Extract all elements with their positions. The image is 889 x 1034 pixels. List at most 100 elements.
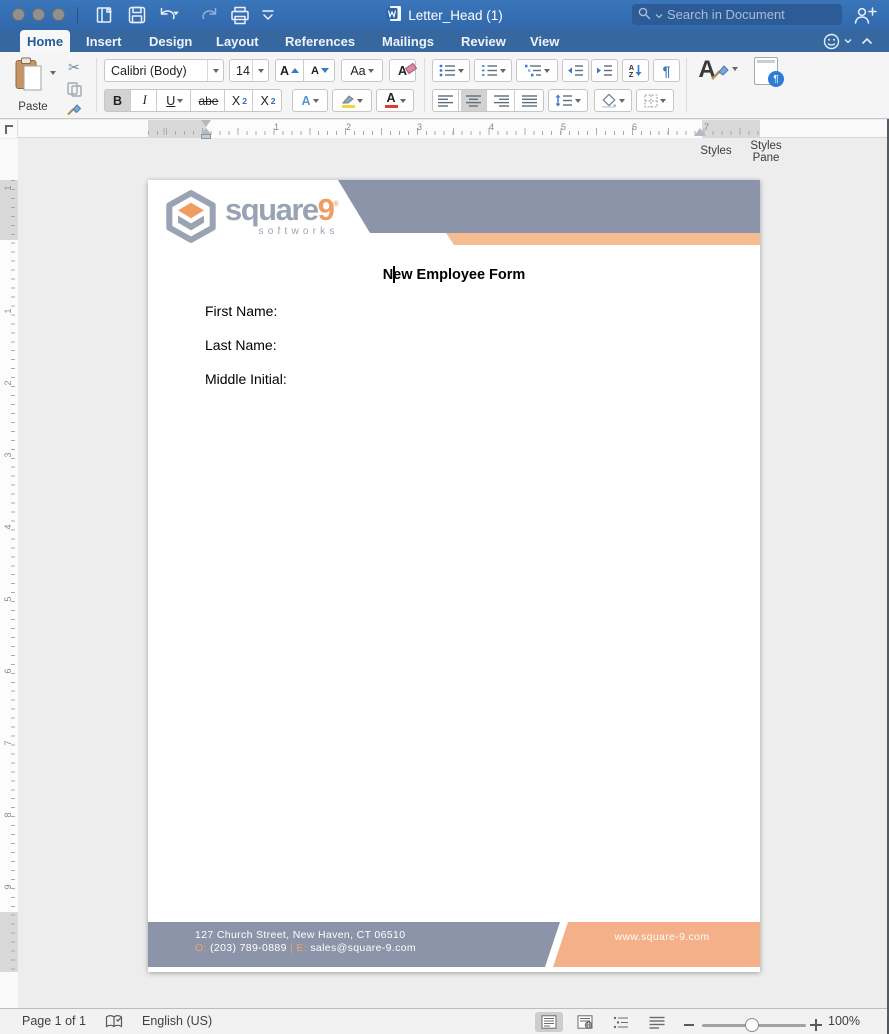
footer-website: www.square-9.com [572,931,752,943]
tab-home[interactable]: Home [20,30,70,52]
grow-font-button[interactable]: A [276,60,304,81]
superscript-x: X [260,94,268,108]
styles-pane-button[interactable]: ¶ [744,57,788,85]
highlight-chevron-icon [357,99,363,103]
tab-insert[interactable]: Insert [86,30,121,52]
search-icon [638,7,651,23]
styles-pane-label: StylesPane [738,140,794,164]
highlight-button[interactable] [332,89,372,112]
statusbar: Page 1 of 1 English (US) 100% [0,1008,889,1034]
draft-view-button[interactable] [643,1012,671,1032]
zoom-slider-thumb[interactable] [745,1018,759,1032]
shading-chevron-icon [619,99,625,103]
format-painter-icon[interactable] [63,99,85,117]
align-left-button[interactable] [433,90,459,111]
document-page[interactable]: square9® softworks New Employee Form Fir… [148,180,760,972]
clear-formatting-button[interactable]: A [389,59,416,82]
field-last-name[interactable]: Last Name: [205,337,277,353]
align-center-button[interactable] [461,90,487,111]
align-right-button[interactable] [489,90,515,111]
strikethrough-button[interactable]: abe [193,90,225,111]
field-middle-initial[interactable]: Middle Initial: [205,371,287,387]
bold-button[interactable]: B [105,90,131,111]
left-indent-marker[interactable] [201,134,211,139]
tab-selector-button[interactable] [0,120,18,138]
italic-button[interactable]: I [133,90,157,111]
spellcheck-icon[interactable] [103,1013,125,1031]
outline-view-button[interactable] [607,1012,635,1032]
subscript-button[interactable]: X2 [227,90,253,111]
ruler-number: 4 [3,520,13,534]
ruler-v-ticks [11,180,15,972]
page-indicator[interactable]: Page 1 of 1 [22,1014,86,1028]
tab-view[interactable]: View [530,30,559,52]
zoom-out-button[interactable] [684,1024,694,1026]
tab-design[interactable]: Design [149,30,192,52]
sort-button[interactable]: A Z [622,59,649,82]
first-line-indent-marker[interactable] [201,120,211,127]
show-paragraph-marks-button[interactable]: ¶ [653,59,680,82]
ruler-number: 7 [3,736,13,750]
text-effects-button[interactable]: A [292,89,328,112]
feedback-chevron-icon[interactable] [843,30,853,52]
font-size-chevron-icon[interactable] [252,60,268,81]
field-first-name[interactable]: First Name: [205,303,277,319]
underline-chevron-icon[interactable] [177,99,183,103]
horizontal-ruler[interactable]: 1 2 3 4 5 6 7 [0,120,889,138]
ribbon-home: Paste ✂ Calibri (Body) 14 A A Aa [0,52,889,119]
highlighter-icon [341,94,355,104]
paste-button[interactable]: Paste [8,57,58,113]
zoom-level[interactable]: 100% [828,1014,860,1028]
tab-mailings[interactable]: Mailings [382,30,434,52]
borders-button[interactable] [636,89,674,112]
font-size-select[interactable]: 14 [229,59,269,82]
tab-references[interactable]: References [285,30,355,52]
zoom-in-button[interactable] [810,1019,822,1031]
line-spacing-button[interactable] [548,89,588,112]
bullets-chevron-icon [458,69,464,73]
pane-pilcrow-icon: ¶ [768,71,784,87]
superscript-digit: 2 [271,96,276,106]
font-color-label: A [386,93,395,104]
line-spacing-chevron-icon [575,99,581,103]
superscript-button[interactable]: X2 [255,90,281,111]
shading-button[interactable] [594,89,632,112]
increase-indent-icon [596,64,613,77]
language-indicator[interactable]: English (US) [142,1014,212,1028]
right-indent-marker[interactable] [694,128,706,136]
strikethrough-label: abe [198,94,218,108]
numbering-icon [481,64,498,77]
numbering-button[interactable] [474,59,512,82]
multilevel-list-button[interactable] [516,59,558,82]
print-layout-view-button[interactable] [535,1012,563,1032]
company-logo: square9® softworks [165,189,339,244]
shrink-font-button[interactable]: A [306,60,334,81]
collapse-ribbon-icon[interactable] [856,30,878,52]
search-scope-chevron-icon[interactable] [655,7,663,22]
ribbon-tab-bar: Home Insert Design Layout References Mai… [0,30,889,52]
share-add-person-icon[interactable] [851,5,879,25]
cut-icon[interactable]: ✂ [63,58,85,76]
paste-options-chevron-icon[interactable] [50,71,56,75]
tab-stop-icon [5,125,13,134]
search-input[interactable]: Search in Document [632,4,842,25]
web-layout-view-button[interactable] [571,1012,599,1032]
tab-review[interactable]: Review [461,30,506,52]
ruler-number: 1 [274,122,279,132]
bullets-button[interactable] [432,59,470,82]
increase-indent-button[interactable] [591,59,618,82]
font-color-button[interactable]: A [376,89,414,112]
change-case-button[interactable]: Aa [341,59,383,82]
underline-button[interactable]: U [159,90,191,111]
font-name-chevron-icon[interactable] [207,60,223,81]
decrease-indent-button[interactable] [562,59,589,82]
document-heading[interactable]: New Employee Form [148,267,760,283]
feedback-smiley-icon[interactable] [820,30,842,52]
vertical-ruler[interactable]: 1 1 2 3 4 5 6 7 8 9 [0,139,18,1008]
justify-button[interactable] [517,90,543,111]
font-name-select[interactable]: Calibri (Body) [104,59,224,82]
numbering-chevron-icon [500,69,506,73]
styles-button[interactable]: A [696,57,740,83]
copy-icon[interactable] [63,80,85,98]
tab-layout[interactable]: Layout [216,30,259,52]
